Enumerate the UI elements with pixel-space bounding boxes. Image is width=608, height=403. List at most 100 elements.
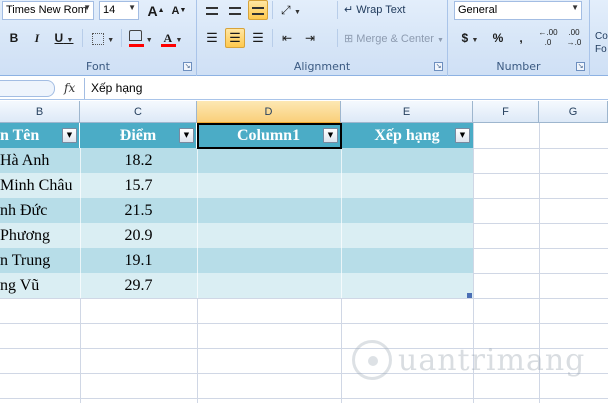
decrease-decimal-icon: .00 →.0 [566,28,582,47]
underline-button[interactable]: U ▼ [50,28,78,48]
grow-font-icon: A [147,3,158,19]
alignment-group-label: Alignment [293,60,351,73]
font-name-combo[interactable]: Times New Rom ▼ [2,1,94,20]
table-header-name[interactable]: n Tên ▼ [0,123,80,148]
number-group: General ▼ $ ▼ % , ←.00.0 .00 →.0 Number ↘ [448,0,590,76]
table-cell-name[interactable]: ng Vũ [0,273,80,298]
grow-font-button[interactable]: A▲ [146,1,166,21]
shrink-font-button[interactable]: A▼ [169,1,189,21]
font-dialog-launcher-icon[interactable]: ↘ [183,62,192,71]
table-header-column1[interactable]: Column1 ▼ [197,123,341,148]
table-cell-column1[interactable] [197,198,341,223]
gridline [0,323,608,324]
column-header-f[interactable]: F [473,101,539,123]
table-cell-score[interactable]: 29.7 [80,273,197,298]
italic-icon: I [34,31,40,45]
table-cell-rank[interactable] [341,223,473,248]
table-cell-rank[interactable] [341,173,473,198]
align-middle-button[interactable] [225,0,245,20]
table-cell-column1[interactable] [197,248,341,273]
wrap-text-label: Wrap Text [356,4,406,16]
decrease-indent-button[interactable]: ⇤ [277,28,297,48]
table-cell-score[interactable]: 21.5 [80,198,197,223]
filter-dropdown-icon[interactable]: ▼ [455,128,470,143]
table-cell-score[interactable]: 15.7 [80,173,197,198]
fill-color-swatch [129,44,144,47]
borders-button[interactable]: ▼ [88,28,118,48]
fill-color-button[interactable]: ▼ [126,28,156,48]
conditional-formatting-button[interactable]: Co Fo [595,30,608,56]
table-cell-name[interactable]: Minh Châu [0,173,80,198]
decrease-decimal-button[interactable]: .00 →.0 [562,28,586,48]
table-cell-column1[interactable] [197,148,341,173]
table-header-rank[interactable]: Xếp hạng ▼ [341,123,473,148]
filter-dropdown-icon[interactable]: ▼ [62,128,77,143]
italic-button[interactable]: I [27,28,47,48]
increase-decimal-button[interactable]: ←.00.0 [536,28,560,48]
font-size-combo[interactable]: 14 ▼ [99,1,139,20]
formula-input[interactable]: Xếp hạng [84,78,608,99]
chevron-down-icon: ▼ [128,3,136,12]
alignment-group: ⤢ ▼ ↵ Wrap Text ☰ ☰ ☰ ⇤ ⇥ ⊞ Merge & Cent… [197,0,448,76]
increase-indent-button[interactable]: ⇥ [300,28,320,48]
name-box[interactable] [0,80,55,97]
font-color-button[interactable]: A ▼ [158,28,188,48]
number-group-label: Number [496,60,541,73]
table-cell-name[interactable]: Phương [0,223,80,248]
number-format-combo[interactable]: General ▼ [454,1,582,20]
table-cell-column1[interactable] [197,173,341,198]
table-cell-rank[interactable] [341,198,473,223]
column-header-d[interactable]: D [197,101,341,123]
watermark: uantrimang [352,334,585,386]
chevron-down-icon: ▼ [83,3,91,12]
conditional-formatting-label-2: Fo [595,44,607,55]
decrease-indent-icon: ⇤ [281,31,293,45]
merge-center-button[interactable]: ⊞ Merge & Center ▼ [344,32,444,45]
table-cell-rank[interactable] [341,248,473,273]
comma-style-button[interactable]: , [511,28,531,48]
align-top-button[interactable] [202,0,222,20]
bold-button[interactable]: B [4,28,24,48]
alignment-dialog-launcher-icon[interactable]: ↘ [434,62,443,71]
table-cell-score[interactable]: 19.1 [80,248,197,273]
column-header-b[interactable]: B [0,101,80,123]
table-cell-score[interactable]: 20.9 [80,223,197,248]
separator [272,1,273,19]
table-cell-name[interactable]: Hà Anh [0,148,80,173]
table-cell-name[interactable]: nh Đức [0,198,80,223]
filter-dropdown-icon[interactable]: ▼ [323,128,338,143]
table-header-score[interactable]: Điểm ▼ [80,123,197,148]
table-cell-column1[interactable] [197,223,341,248]
filter-dropdown-icon[interactable]: ▼ [179,128,194,143]
table-resize-handle[interactable] [467,293,472,298]
separator [82,29,83,47]
number-format-value: General [458,4,498,16]
table-header-name-label: n Tên [0,127,40,144]
column-header-e[interactable]: E [341,101,473,123]
align-right-button[interactable]: ☰ [248,28,268,48]
percent-button[interactable]: % [488,28,508,48]
orientation-button[interactable]: ⤢ ▼ [277,0,305,20]
align-left-button[interactable]: ☰ [202,28,222,48]
comma-icon: , [519,31,523,45]
font-size-value: 14 [103,4,116,16]
wrap-text-button[interactable]: ↵ Wrap Text [344,3,405,16]
align-center-button[interactable]: ☰ [225,28,245,48]
underline-icon: U [54,31,64,45]
table-divider [197,148,198,298]
increase-indent-icon: ⇥ [304,31,316,45]
table-cell-name[interactable]: n Trung [0,248,80,273]
table-cell-rank[interactable] [341,273,473,298]
table-cell-score[interactable]: 18.2 [80,148,197,173]
column-header-g[interactable]: G [539,101,608,123]
align-bottom-button[interactable] [248,0,268,20]
table-cell-rank[interactable] [341,148,473,173]
insert-function-icon[interactable]: fx [64,81,75,95]
currency-button[interactable]: $ ▼ [455,28,485,48]
separator [121,29,122,47]
watermark-logo-icon [352,340,392,380]
number-dialog-launcher-icon[interactable]: ↘ [576,62,585,71]
worksheet-grid[interactable]: B C D E F G n Tên ▼ Điểm ▼ Column1 ▼ Xếp… [0,101,608,403]
column-header-c[interactable]: C [80,101,197,123]
table-cell-column1[interactable] [197,273,341,298]
